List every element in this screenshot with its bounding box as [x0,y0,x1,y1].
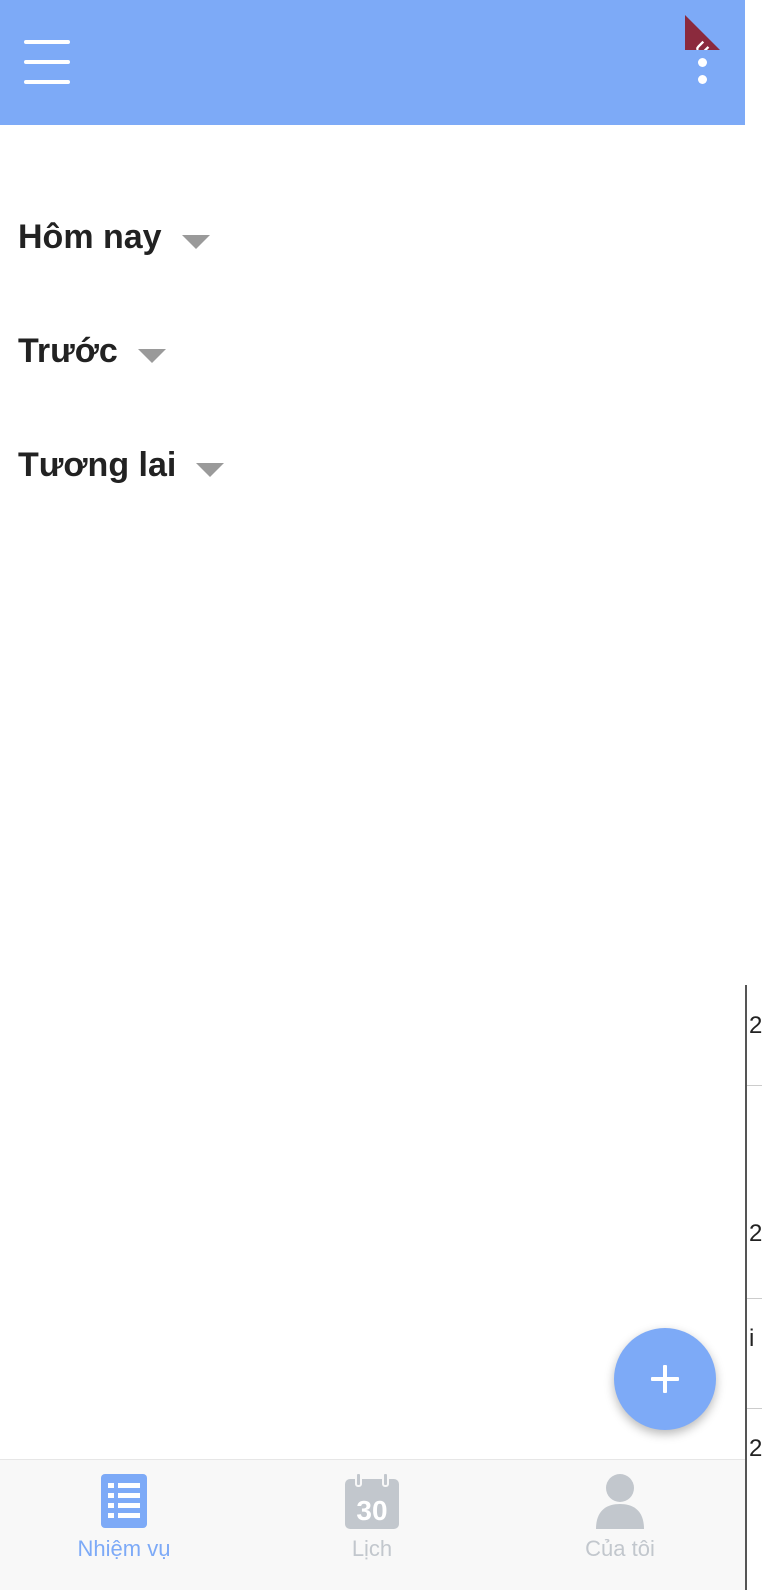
dropdown-caret-icon [137,348,166,363]
menu-bar [24,40,70,44]
section-title: Tương lai [18,446,177,484]
cut-off-glyph: i [749,1325,755,1352]
nav-label: Lịch [351,1536,393,1561]
dropdown-caret-icon [196,462,225,477]
menu-bar [24,80,70,84]
app-screen: UG Hôm nay Trước Tương lai [0,0,745,1590]
background-window-edge: 2 2 i 2 [745,0,762,1590]
plus-icon [651,1365,679,1393]
more-vertical-icon[interactable] [690,40,714,84]
app-bar: UG [0,0,745,125]
nav-label: Của tôi [585,1536,655,1561]
section-today[interactable]: Hôm nay [18,218,210,257]
divider [747,1298,762,1299]
nav-item-calendar[interactable]: 30 Lịch [248,1460,496,1590]
user-icon [594,1472,646,1530]
bottom-navigation: Nhiệm vụ 30 Lịch Của tôi [0,1459,745,1590]
nav-item-profile[interactable]: Của tôi [496,1460,744,1590]
more-dot [697,57,707,67]
nav-label: Nhiệm vụ [77,1536,171,1561]
more-dot [697,75,707,84]
section-title: Hôm nay [18,218,162,256]
add-task-button[interactable] [614,1328,716,1430]
window-edge-line [745,985,747,1590]
section-future[interactable]: Tương lai [18,446,225,485]
dropdown-caret-icon [181,234,210,249]
divider [747,1085,762,1086]
cut-off-glyph: 2 [749,1435,762,1462]
cut-off-glyph: 2 [749,1012,762,1039]
calendar-icon-text: 30 [356,1495,387,1526]
divider [747,1408,762,1409]
calendar-icon: 30 [345,1472,399,1530]
more-dot [697,40,707,49]
section-title: Trước [18,332,118,370]
menu-bar [24,60,70,64]
cut-off-glyph: 2 [749,1220,762,1247]
section-previous[interactable]: Trước [18,332,166,371]
hamburger-menu-icon[interactable] [24,40,76,84]
nav-item-tasks[interactable]: Nhiệm vụ [0,1460,248,1590]
task-list-icon [101,1472,147,1530]
